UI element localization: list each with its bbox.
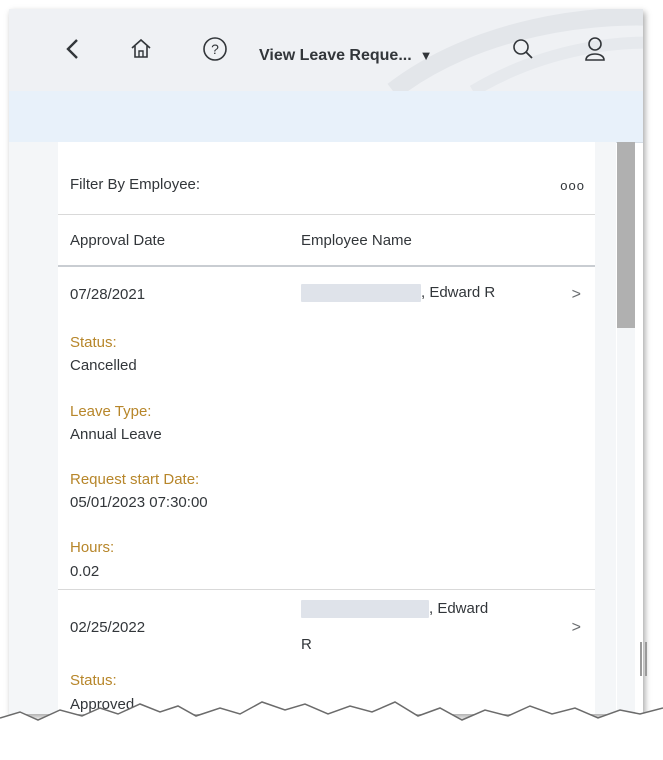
approval-date: 02/25/2022 — [70, 619, 146, 636]
redacted-name — [301, 600, 429, 619]
hours-value: 0.02 — [70, 563, 100, 580]
column-header-employee-name[interactable]: Employee Name — [301, 232, 412, 249]
status-value: Cancelled — [70, 357, 137, 374]
shell-header: ? View Leave Reque... ▼ — [9, 9, 643, 91]
redacted-name — [301, 284, 421, 303]
home-icon — [131, 38, 151, 58]
leave-type-value: Annual Leave — [70, 426, 162, 443]
subheader-band — [9, 91, 643, 143]
search-icon — [513, 39, 533, 59]
request-start-date-value: 05/01/2023 07:30:00 — [70, 494, 208, 511]
filter-label: Filter By Employee: — [70, 176, 201, 193]
scrollbar-thumb[interactable] — [617, 142, 635, 328]
employee-name: , Edward — [301, 600, 489, 619]
torn-edge-decoration — [0, 701, 663, 760]
status-label: Status: — [70, 334, 117, 351]
employee-name: , Edward R — [301, 284, 496, 303]
header-divider — [58, 265, 595, 267]
content-area: Filter By Employee: ooo Approval Date Em… — [9, 142, 616, 714]
resize-handle[interactable] — [640, 642, 650, 676]
chevron-right-icon: > — [571, 286, 581, 303]
status-label: Status: — [70, 672, 117, 689]
request-start-date-label: Request start Date: — [70, 471, 200, 488]
leave-type-label: Leave Type: — [70, 403, 152, 420]
title-dropdown-icon: ▼ — [419, 48, 433, 63]
search-button[interactable] — [509, 35, 537, 63]
approval-date: 07/28/2021 — [70, 286, 146, 303]
column-header-approval-date[interactable]: Approval Date — [70, 232, 165, 249]
row-divider — [58, 589, 595, 590]
help-icon: ? — [203, 37, 227, 61]
page-title-menu[interactable]: View Leave Reque... ▼ — [259, 47, 433, 65]
hours-label: Hours: — [70, 539, 115, 556]
app-window: ? View Leave Reque... ▼ Filter By Employe… — [9, 9, 643, 714]
help-button[interactable]: ? — [201, 35, 229, 63]
employee-name-line2: R — [301, 636, 312, 653]
home-button[interactable] — [127, 35, 155, 63]
back-button[interactable] — [59, 35, 87, 63]
user-menu-button[interactable] — [581, 35, 609, 63]
employee-name-suffix: , Edward — [429, 600, 489, 617]
chevron-right-icon: > — [571, 619, 581, 636]
leave-request-list: Filter By Employee: ooo Approval Date Em… — [58, 142, 595, 714]
page-title: View Leave Reque... — [259, 47, 412, 64]
back-icon — [66, 39, 78, 59]
user-icon — [585, 37, 605, 61]
divider — [58, 214, 595, 215]
more-options-button[interactable]: ooo — [560, 178, 585, 193]
employee-name-suffix: , Edward R — [421, 284, 496, 301]
svg-text:?: ? — [211, 41, 219, 57]
